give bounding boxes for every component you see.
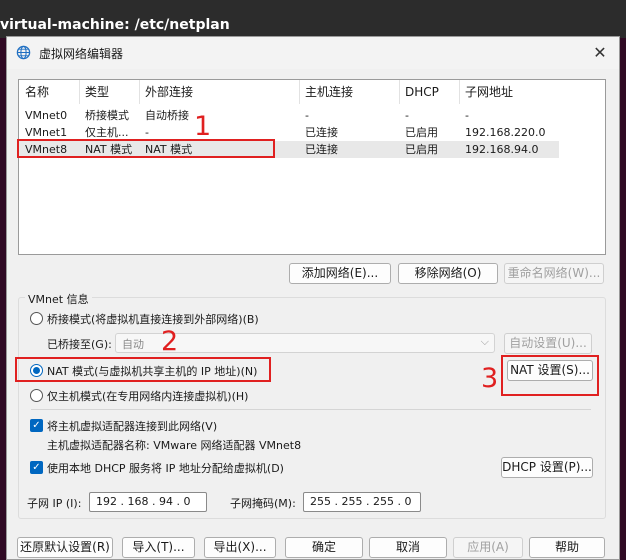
hostonly-mode-radio[interactable] xyxy=(30,389,43,402)
cell-dhcp: - xyxy=(405,109,409,122)
dhcp-settings-button[interactable]: DHCP 设置(P)... xyxy=(501,457,593,478)
column-divider[interactable] xyxy=(79,80,80,104)
globe-icon xyxy=(16,45,31,60)
connect-adapter-label[interactable]: 将主机虚拟适配器连接到此网络(V) xyxy=(47,418,217,434)
import-button[interactable]: 导入(T)... xyxy=(122,537,195,558)
apply-button[interactable]: 应用(A) xyxy=(453,537,523,558)
bridged-to-value: 自动 xyxy=(122,338,144,351)
column-divider[interactable] xyxy=(399,80,400,104)
annotation-box-nat-mode xyxy=(15,357,271,382)
column-divider[interactable] xyxy=(299,80,300,104)
cell-type: 桥接模式 xyxy=(85,109,129,122)
column-header-type[interactable]: 类型 xyxy=(85,80,109,104)
dialog-title: 虚拟网络编辑器 xyxy=(39,47,124,61)
chevron-down-icon: ⌵ xyxy=(480,335,489,348)
column-header-name[interactable]: 名称 xyxy=(25,80,49,104)
column-header-subnet[interactable]: 子网地址 xyxy=(465,80,513,104)
network-table[interactable]: 名称 类型 外部连接 主机连接 DHCP 子网地址 VMnet0 桥接模式 自动… xyxy=(18,79,606,255)
subnet-mask-field[interactable]: 255 . 255 . 255 . 0 xyxy=(303,492,421,512)
dhcp-label[interactable]: 使用本地 DHCP 服务将 IP 地址分配给虚拟机(D) xyxy=(47,460,284,476)
remove-network-button[interactable]: 移除网络(O) xyxy=(398,263,498,284)
column-divider[interactable] xyxy=(139,80,140,104)
close-icon[interactable]: ✕ xyxy=(585,41,615,65)
cell-name: VMnet0 xyxy=(25,109,68,122)
subnet-ip-field[interactable]: 192 . 168 . 94 . 0 xyxy=(89,492,207,512)
column-header-host[interactable]: 主机连接 xyxy=(305,80,353,104)
hostonly-mode-label[interactable]: 仅主机模式(在专用网络内连接虚拟机)(H) xyxy=(47,388,248,404)
divider xyxy=(31,409,591,410)
virtual-network-editor-dialog: 虚拟网络编辑器 ✕ 名称 类型 外部连接 主机连接 DHCP 子网地址 VMne… xyxy=(6,36,620,560)
table-row[interactable]: VMnet0 桥接模式 自动桥接 - - - xyxy=(19,107,559,124)
cell-dhcp: 已启用 xyxy=(405,143,438,156)
bridged-mode-radio[interactable] xyxy=(30,312,43,325)
dialog-titlebar[interactable]: 虚拟网络编辑器 ✕ xyxy=(7,37,619,69)
dhcp-checkbox[interactable]: ✓ xyxy=(30,461,43,474)
column-header-external[interactable]: 外部连接 xyxy=(145,80,193,104)
export-button[interactable]: 导出(X)... xyxy=(204,537,276,558)
annotation-number-1: 1 xyxy=(194,111,212,142)
vmnet-info-label: VMnet 信息 xyxy=(25,291,92,307)
add-network-button[interactable]: 添加网络(E)... xyxy=(289,263,391,284)
bridged-mode-label[interactable]: 桥接模式(将虚拟机直接连接到外部网络)(B) xyxy=(47,311,259,327)
connect-adapter-checkbox[interactable]: ✓ xyxy=(30,419,43,432)
cell-dhcp: 已启用 xyxy=(405,126,438,139)
adapter-name-label: 主机虚拟适配器名称: VMware 网络适配器 VMnet8 xyxy=(47,439,302,452)
cancel-button[interactable]: 取消 xyxy=(369,537,447,558)
annotation-number-2: 2 xyxy=(161,326,179,357)
cell-host: - xyxy=(305,109,309,122)
column-divider[interactable] xyxy=(459,80,460,104)
subnet-ip-label: 子网 IP (I): xyxy=(27,497,82,510)
rename-network-button[interactable]: 重命名网络(W)... xyxy=(504,263,604,284)
cell-subnet: 192.168.94.0 xyxy=(465,143,539,156)
help-button[interactable]: 帮助 xyxy=(529,537,605,558)
column-header-dhcp[interactable]: DHCP xyxy=(405,80,439,104)
cell-host: 已连接 xyxy=(305,143,338,156)
vmnet-info-group xyxy=(18,297,606,519)
subnet-mask-label: 子网掩码(M): xyxy=(230,497,296,510)
restore-defaults-button[interactable]: 还原默认设置(R) xyxy=(17,537,113,558)
cell-external: 自动桥接 xyxy=(145,109,189,122)
auto-settings-button[interactable]: 自动设置(U)... xyxy=(504,333,592,354)
cell-host: 已连接 xyxy=(305,126,338,139)
cell-subnet: - xyxy=(465,109,469,122)
terminal-title: virtual-machine: /etc/netplan xyxy=(0,17,230,33)
cell-subnet: 192.168.220.0 xyxy=(465,126,546,139)
annotation-box-nat-settings xyxy=(501,355,599,396)
annotation-box-vmnet8 xyxy=(17,139,275,158)
annotation-number-3: 3 xyxy=(481,363,499,394)
terminal-titlebar: virtual-machine: /etc/netplan xyxy=(0,0,626,38)
ok-button[interactable]: 确定 xyxy=(285,537,363,558)
bridged-to-label: 已桥接至(G): xyxy=(47,338,112,351)
